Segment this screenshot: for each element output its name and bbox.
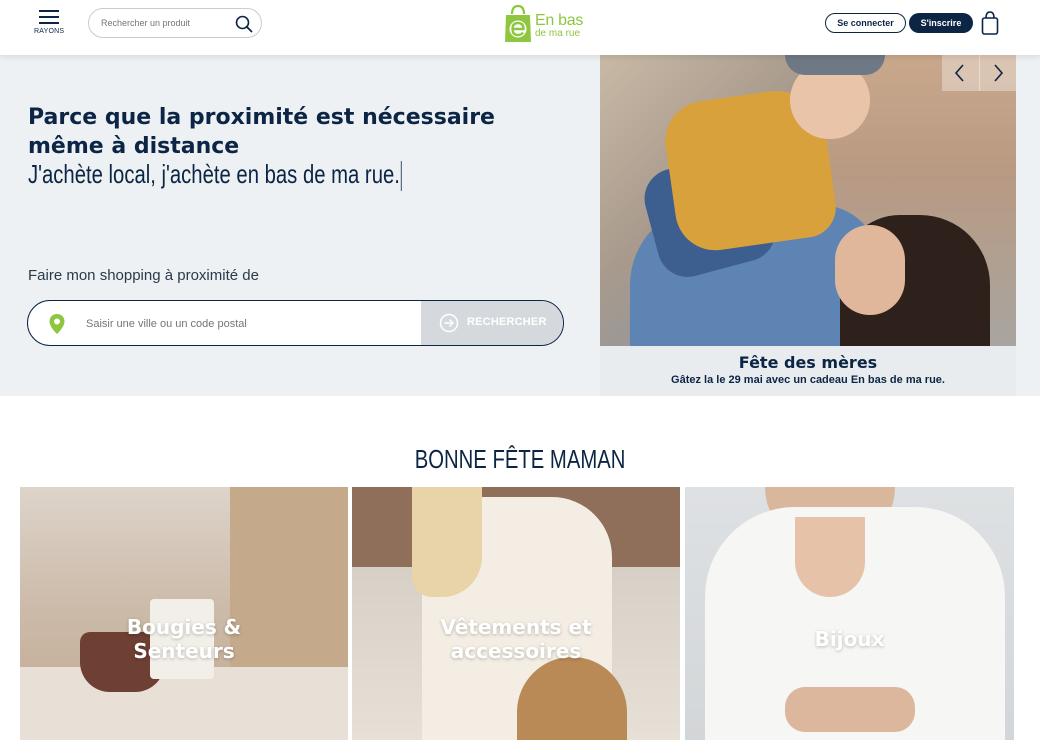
site-logo[interactable]: En bas de ma rue bbox=[503, 3, 593, 45]
site-header: RAYONS En bas de ma rue Se connecter S'i… bbox=[0, 0, 1040, 55]
location-input[interactable] bbox=[86, 315, 406, 333]
login-button[interactable]: Se connecter bbox=[825, 13, 906, 33]
section-title: BONNE FÊTE MAMAN bbox=[0, 444, 1040, 475]
logo-bag-icon bbox=[505, 4, 531, 42]
slider-next-button[interactable] bbox=[979, 55, 1015, 91]
signup-button[interactable]: S'inscrire bbox=[909, 13, 973, 33]
location-label: Faire mon shopping à proximité de bbox=[28, 267, 259, 284]
card-photo-part bbox=[795, 517, 865, 597]
category-card-label: Vêtements et accessoires bbox=[352, 615, 680, 663]
slide-text: Gâtez la le 29 mai avec un cadeau En bas… bbox=[600, 374, 1016, 386]
slide-text-prefix: Gâtez la le 29 mai avec un cadeau bbox=[671, 374, 848, 386]
hero-title: Parce que la proximité est nécessaire mê… bbox=[28, 105, 495, 159]
chevron-right-icon bbox=[994, 64, 1004, 82]
card-label-line2: accessoires bbox=[450, 639, 582, 663]
card-photo-part bbox=[412, 487, 482, 597]
arrow-circle-icon bbox=[439, 313, 459, 333]
category-card-candles[interactable]: Bougies & Senteurs bbox=[20, 487, 348, 740]
slider-controls bbox=[942, 55, 1016, 91]
slider-prev-button[interactable] bbox=[942, 55, 978, 91]
menu-icon-bar bbox=[39, 22, 59, 24]
logo-text-line2: de ma rue bbox=[535, 28, 581, 39]
slide-photo-part bbox=[785, 55, 885, 75]
menu-icon-bar bbox=[39, 16, 59, 18]
card-label-line2: Senteurs bbox=[133, 639, 235, 663]
menu-icon bbox=[39, 10, 59, 12]
slide-photo-part bbox=[835, 225, 905, 315]
hero-subtitle-text: J'achète local, j'achète en bas de ma ru… bbox=[28, 159, 400, 189]
card-label-line1: Vêtements et bbox=[440, 615, 592, 639]
location-search-button-label: RECHERCHER bbox=[467, 316, 547, 328]
section-title-text: BONNE FÊTE MAMAN bbox=[414, 444, 626, 474]
location-search-button[interactable]: RECHERCHER bbox=[421, 301, 563, 345]
location-pin-icon bbox=[49, 314, 65, 334]
card-photo-part bbox=[785, 687, 915, 732]
promo-slide[interactable]: Fête des mères Gâtez la le 29 mai avec u… bbox=[600, 55, 1016, 396]
menu-button[interactable]: RAYONS bbox=[34, 10, 64, 36]
shopping-bag-icon[interactable] bbox=[980, 10, 1000, 36]
category-cards: Bougies & Senteurs Vêtements et accessoi… bbox=[20, 487, 1014, 740]
category-card-label: Bougies & Senteurs bbox=[20, 615, 348, 663]
category-card-label: Bijoux bbox=[685, 627, 1014, 651]
slide-caption: Fête des mères Gâtez la le 29 mai avec u… bbox=[600, 346, 1016, 396]
hero-section: Parce que la proximité est nécessaire mê… bbox=[0, 55, 1040, 396]
card-label-line1: Bougies & bbox=[126, 615, 242, 639]
product-search bbox=[88, 8, 262, 38]
category-card-clothing[interactable]: Vêtements et accessoires bbox=[352, 487, 680, 740]
text-caret bbox=[400, 161, 402, 192]
location-search: RECHERCHER bbox=[27, 300, 564, 346]
chevron-left-icon bbox=[954, 64, 964, 82]
slide-title: Fête des mères bbox=[738, 353, 878, 372]
hero-subtitle: J'achète local, j'achète en bas de ma ru… bbox=[28, 159, 402, 192]
card-label-line1: Bijoux bbox=[814, 627, 885, 651]
slide-text-brand: En bas de ma rue. bbox=[850, 374, 945, 386]
menu-label: RAYONS bbox=[34, 28, 65, 35]
product-search-input[interactable] bbox=[101, 15, 229, 31]
search-icon[interactable] bbox=[235, 15, 253, 33]
category-card-jewelry[interactable]: Bijoux bbox=[685, 487, 1014, 740]
